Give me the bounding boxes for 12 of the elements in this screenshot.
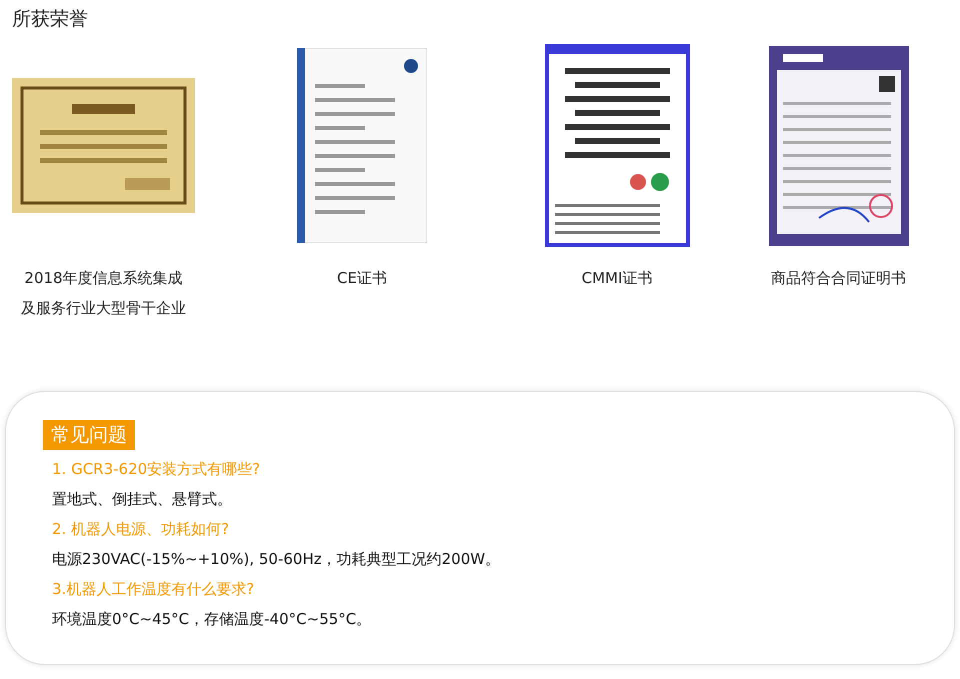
faq-answer: 置地式、倒挂式、悬臂式。	[52, 489, 233, 510]
award-caption: 商品符合合同证明书	[771, 268, 906, 289]
award-caption: CMMI证书	[582, 268, 652, 289]
section-title: 所获荣誉	[11, 7, 89, 31]
faq-question: 3.机器人工作温度有什么要求?	[52, 579, 256, 600]
faq-question: 2. 机器人电源、功耗如何?	[52, 519, 230, 540]
award-caption: 2018年度信息系统集成 及服务行业大型骨干企业	[21, 268, 186, 319]
award-caption: CE证书	[337, 268, 387, 289]
faq-answer: 环境温度0°C~45°C，存储温度-40°C~55°C。	[52, 609, 372, 630]
faq-heading: 常见问题	[43, 420, 135, 450]
faq-answer: 电源230VAC(-15%~+10%), 50-60Hz，功耗典型工况约200W。	[52, 549, 502, 570]
faq-question: 1. GCR3-620安装方式有哪些?	[52, 459, 262, 480]
